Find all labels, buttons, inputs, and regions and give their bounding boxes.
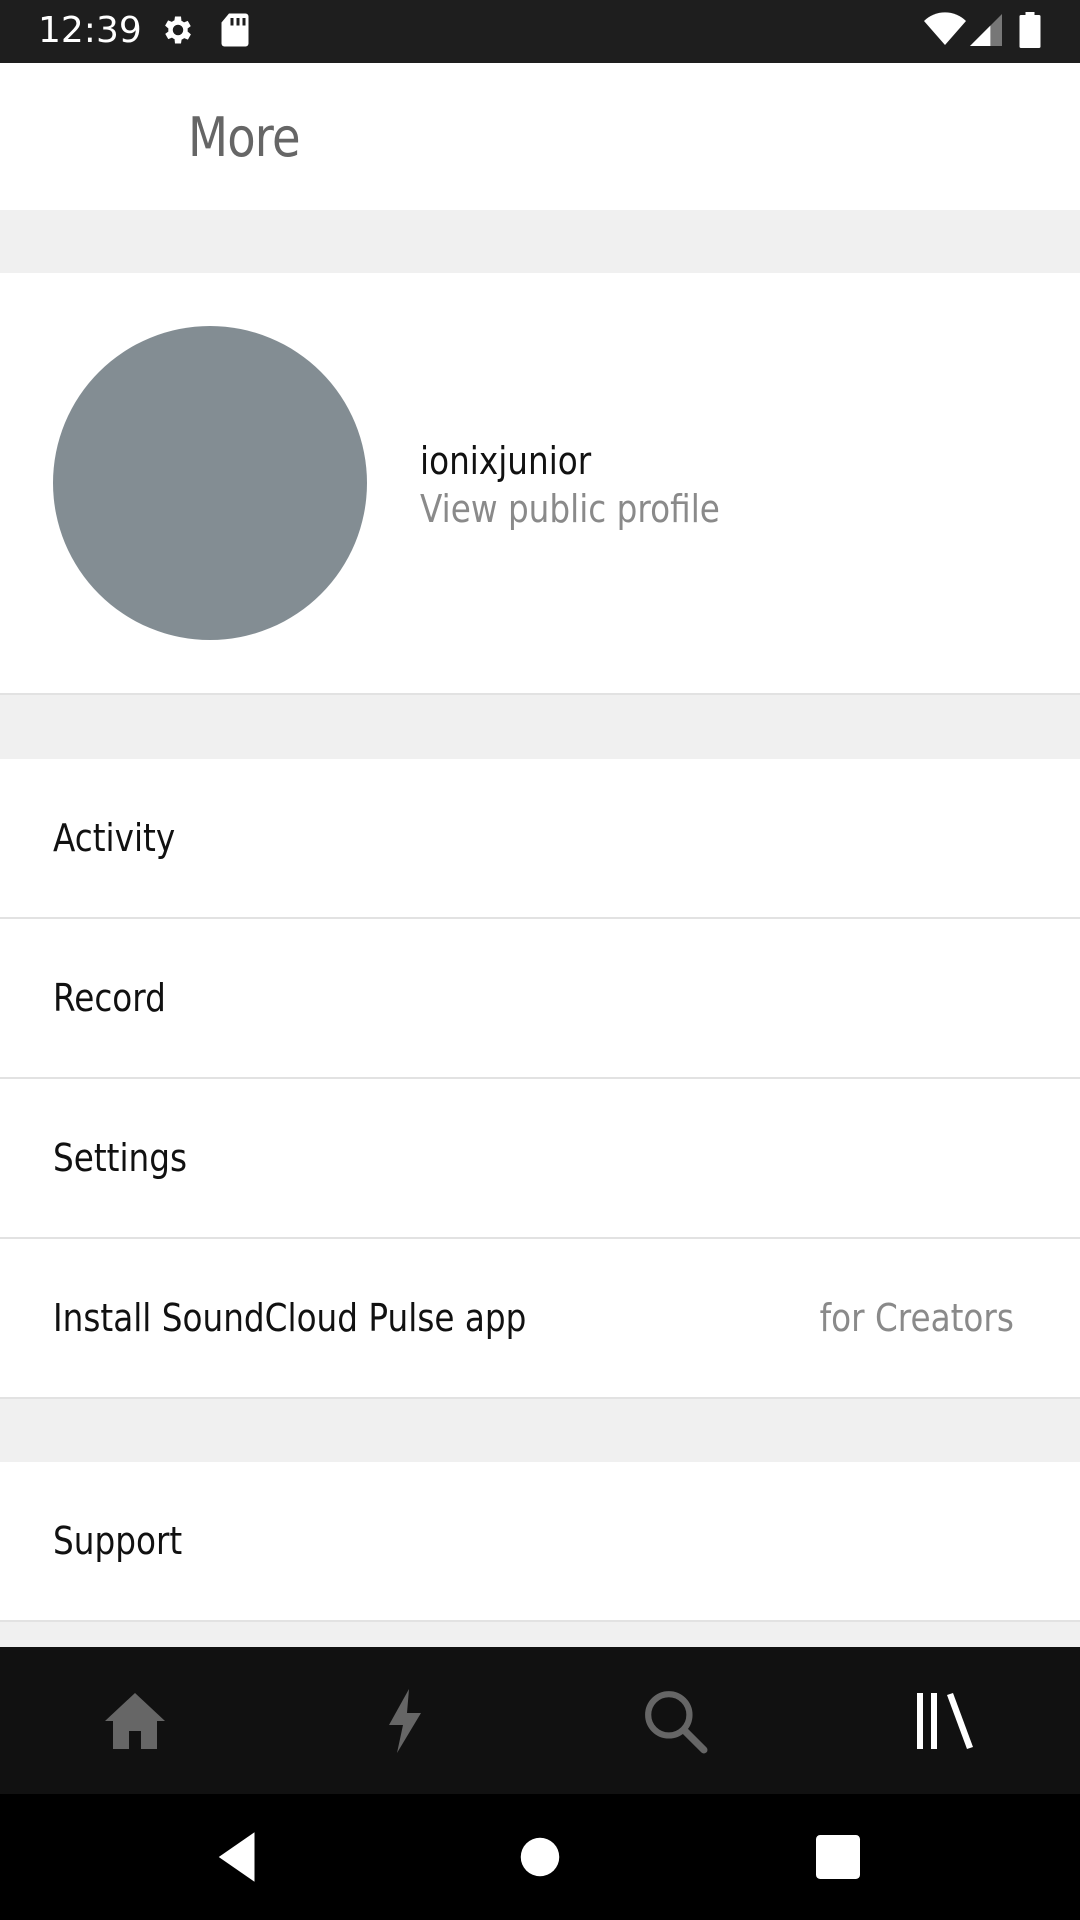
sd-card-icon <box>220 12 250 53</box>
menu-item-support[interactable]: Support <box>0 1462 1080 1622</box>
home-icon <box>105 1692 165 1749</box>
bottom-navigation <box>0 1647 1080 1794</box>
library-icon <box>917 1692 973 1749</box>
profile-username: ionixjunior <box>420 439 592 483</box>
battery-icon <box>1018 12 1042 53</box>
system-recents-button[interactable] <box>805 1824 871 1890</box>
view-public-profile-link[interactable]: View public profile <box>420 484 720 534</box>
section-divider <box>0 210 1080 273</box>
system-navigation-bar <box>0 1794 1080 1920</box>
recents-icon <box>816 1835 860 1879</box>
menu-item-record[interactable]: Record <box>0 919 1080 1079</box>
section-divider <box>0 1622 1080 1647</box>
menu-item-install-pulse[interactable]: Install SoundCloud Pulse app for Creator… <box>0 1239 1080 1399</box>
menu-item-label: Support <box>53 1519 183 1563</box>
menu-item-label: Settings <box>53 1136 188 1180</box>
status-time: 12:39 <box>38 10 142 51</box>
section-divider <box>0 695 1080 759</box>
search-icon <box>645 1690 708 1753</box>
profile-row[interactable]: ionixjunior View public profile <box>0 273 1080 695</box>
settings-icon <box>160 12 196 53</box>
stream-icon <box>389 1688 421 1753</box>
tab-library[interactable] <box>810 1647 1080 1794</box>
menu-item-label: Install SoundCloud Pulse app <box>53 1296 527 1340</box>
system-back-button[interactable] <box>205 1824 271 1890</box>
menu-item-secondary-label: for Creators <box>819 1296 1014 1340</box>
page-title: More <box>188 106 301 169</box>
back-icon <box>218 1832 255 1882</box>
cell-signal-icon <box>970 12 1002 53</box>
menu-item-label: Record <box>53 976 166 1020</box>
avatar[interactable] <box>53 326 367 640</box>
tab-search[interactable] <box>540 1647 810 1794</box>
wifi-icon <box>924 12 966 53</box>
app-header: More <box>0 63 1080 210</box>
status-bar: 12:39 <box>0 0 1080 63</box>
home-circle-icon <box>520 1837 560 1877</box>
menu-item-settings[interactable]: Settings <box>0 1079 1080 1239</box>
menu-item-activity[interactable]: Activity <box>0 759 1080 919</box>
tab-stream[interactable] <box>270 1647 540 1794</box>
menu-item-label: Activity <box>53 816 176 860</box>
tab-home[interactable] <box>0 1647 270 1794</box>
more-screen: 12:39 More ionixjunior View public profi… <box>0 0 1080 1920</box>
system-home-button[interactable] <box>507 1824 573 1890</box>
section-divider <box>0 1399 1080 1462</box>
